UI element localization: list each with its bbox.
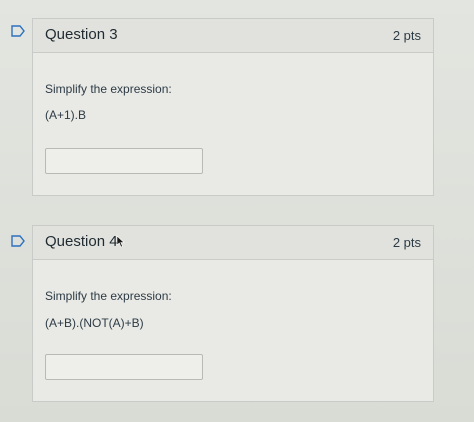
question-4-expression: (A+B).(NOT(A)+B) — [45, 316, 144, 330]
quiz-page: Question 3 2 pts Simplify the expression… — [0, 0, 474, 422]
flag-question-3-icon[interactable] — [11, 25, 25, 37]
question-3-points: 2 pts — [392, 28, 421, 43]
question-4-card: Question 4 2 pts Simplify the expression… — [32, 225, 434, 402]
question-3-title: Question 3 — [45, 26, 118, 43]
question-3-prompt: Simplify the expression: — [45, 82, 172, 96]
question-3-answer-input[interactable] — [45, 148, 203, 174]
question-4-points: 2 pts — [392, 235, 421, 250]
question-3-card: Question 3 2 pts Simplify the expression… — [32, 18, 434, 196]
question-4-answer-input[interactable] — [45, 354, 203, 380]
mouse-pointer-icon — [116, 235, 125, 248]
question-3-expression: (A+1).B — [45, 108, 87, 122]
question-3-header: Question 3 2 pts — [33, 19, 433, 53]
question-4-prompt: Simplify the expression: — [45, 289, 172, 303]
question-4-header: Question 4 2 pts — [33, 226, 433, 260]
flag-question-4-icon[interactable] — [11, 235, 25, 247]
question-4-title: Question 4 — [45, 233, 118, 250]
